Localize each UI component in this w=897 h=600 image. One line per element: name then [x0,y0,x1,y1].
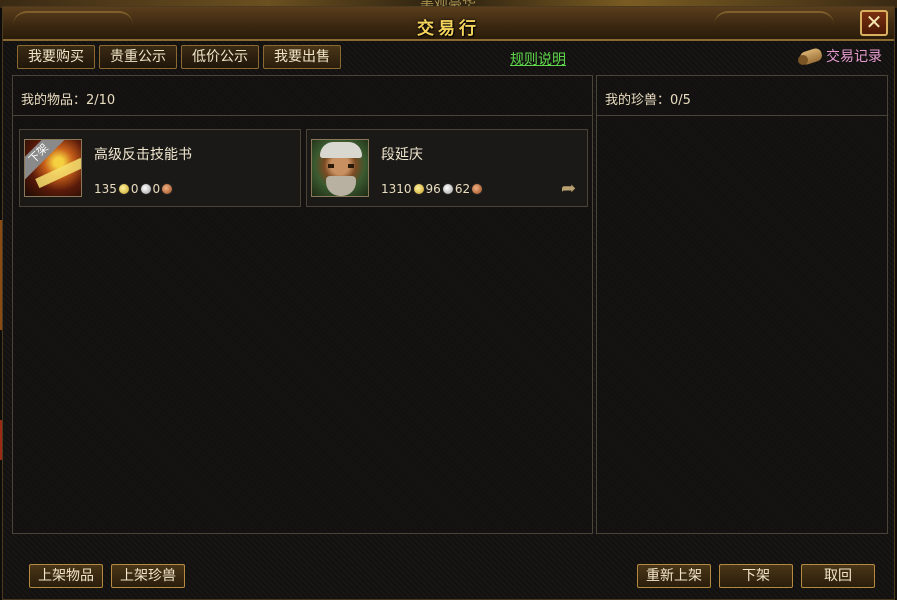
tab-bar: 我要购买 贵重公示 低价公示 我要出售 [17,45,341,69]
tab-buy[interactable]: 我要购买 [17,45,95,69]
scroll-icon [798,45,824,67]
delist-button[interactable]: 下架 [719,564,793,588]
silver-coin-icon [441,183,454,195]
gold-coin-icon [117,183,130,195]
item-name: 高级反击技能书 [94,147,192,163]
retrieve-button[interactable]: 取回 [801,564,875,588]
copper-coin-icon [161,183,174,195]
trade-records-label: 交易记录 [826,49,882,65]
item-name: 段延庆 [381,147,423,163]
window-title: 交易行 [417,19,480,39]
trade-records-link[interactable]: 交易记录 [798,45,882,67]
copper-amount: 62 [454,182,471,196]
title-bar: 交易行 ✕ [3,7,894,41]
list-item-button[interactable]: 上架物品 [29,564,103,588]
item-card[interactable]: 段延庆 1310 96 62 ➦ [306,129,588,207]
silver-amount: 96 [425,182,441,196]
my-pets-title: 我的珍兽：0/5 [597,76,887,116]
tab-valuable-notice[interactable]: 贵重公示 [99,45,177,69]
tab-sell[interactable]: 我要出售 [263,45,341,69]
close-button[interactable]: ✕ [860,10,888,36]
skill-book-icon: 下架 [24,139,82,197]
rules-link[interactable]: 规则说明 [510,49,566,69]
relist-button[interactable]: 重新上架 [637,564,711,588]
item-price: 135 0 0 [94,182,174,196]
tab-lowprice-notice[interactable]: 低价公示 [181,45,259,69]
share-arrow-icon[interactable]: ➦ [561,180,583,198]
item-price: 1310 96 62 [381,182,484,196]
my-items-panel: 我的物品：2/10 下架 高级反击技能书 135 0 0 段延庆 1310 96… [12,75,593,534]
silver-coin-icon [139,183,152,195]
list-pet-button[interactable]: 上架珍兽 [111,564,185,588]
character-portrait-icon [311,139,369,197]
my-pets-panel: 我的珍兽：0/5 [596,75,888,534]
item-card[interactable]: 下架 高级反击技能书 135 0 0 [19,129,301,207]
copper-coin-icon [471,183,484,195]
gold-amount: 135 [94,182,117,196]
gold-amount: 1310 [381,182,412,196]
gold-coin-icon [412,183,425,195]
silver-amount: 0 [130,182,139,196]
copper-amount: 0 [152,182,161,196]
my-items-title: 我的物品：2/10 [13,76,592,116]
trade-window: 交易行 ✕ 我要购买 贵重公示 低价公示 我要出售 规则说明 交易记录 我的物品… [2,6,895,600]
